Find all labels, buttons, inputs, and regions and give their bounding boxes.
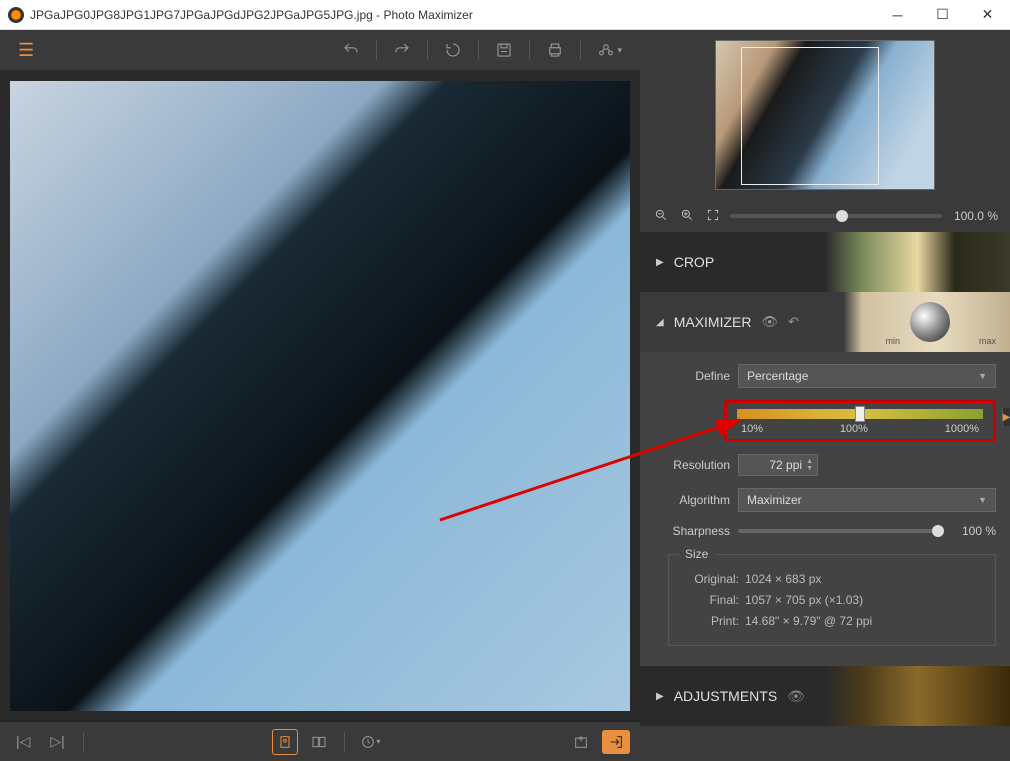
zoom-in-button[interactable] xyxy=(678,208,696,225)
sharpness-value: 100 % xyxy=(952,524,996,538)
zoom-slider[interactable] xyxy=(730,214,942,218)
crop-panel-header[interactable]: ▶ CROP xyxy=(640,232,1010,292)
resolution-value: 72 ppi xyxy=(769,458,802,472)
print-value: 14.68" × 9.79" @ 72 ppi xyxy=(745,614,872,628)
resolution-label: Resolution xyxy=(654,458,730,472)
maximizer-panel-body: Define Percentage ▼ 103.2 % 10% 100% 100… xyxy=(640,352,1010,666)
tick-1000: 1000% xyxy=(945,423,979,435)
apply-exit-button[interactable] xyxy=(602,730,630,754)
right-panel: 100.0 % ▶ CROP ◢ MAXIMIZER 👁 ↶ min max D… xyxy=(640,30,1010,761)
rotate-button[interactable] xyxy=(436,37,470,63)
dial-max-label: max xyxy=(979,336,996,346)
spinner-icon[interactable]: ▲▼ xyxy=(806,458,813,472)
zoom-percent-label: 100.0 % xyxy=(950,209,998,223)
maximizer-title: MAXIMIZER xyxy=(674,314,752,330)
app-body: ☰ ▾ ×1.03 |◁ ▷| ▾ xyxy=(0,30,1010,761)
left-pane: ☰ ▾ ×1.03 |◁ ▷| ▾ xyxy=(0,30,640,761)
reset-icon[interactable]: ↶ xyxy=(788,314,799,330)
dial-icon xyxy=(910,302,950,342)
share-button[interactable]: ▾ xyxy=(589,37,630,63)
fit-screen-button[interactable] xyxy=(704,208,722,225)
chevron-right-icon: ▶ xyxy=(656,257,664,268)
single-view-button[interactable] xyxy=(272,729,298,755)
eye-icon[interactable]: 👁 xyxy=(761,314,778,330)
close-button[interactable]: ✕ xyxy=(965,0,1010,30)
define-select[interactable]: Percentage ▼ xyxy=(738,364,996,388)
compare-view-button[interactable] xyxy=(306,729,332,755)
caret-down-icon: ▼ xyxy=(978,495,987,505)
final-value: 1057 × 705 px (×1.03) xyxy=(745,593,863,607)
print-label: Print: xyxy=(683,614,739,628)
preview-area xyxy=(640,30,1010,200)
algorithm-label: Algorithm xyxy=(654,493,730,507)
menu-icon[interactable]: ☰ xyxy=(10,36,42,65)
algorithm-select[interactable]: Maximizer ▼ xyxy=(738,488,996,512)
define-value: Percentage xyxy=(747,369,808,383)
chevron-right-icon: ▶ xyxy=(656,691,664,702)
zoom-bar: 100.0 % xyxy=(640,200,1010,232)
crop-title: CROP xyxy=(674,254,714,270)
viewport-rect[interactable] xyxy=(741,47,879,185)
sharpness-slider[interactable] xyxy=(738,529,944,533)
redo-button[interactable] xyxy=(385,37,419,63)
original-value: 1024 × 683 px xyxy=(745,572,821,586)
tick-100: 100% xyxy=(840,423,868,435)
next-image-button[interactable]: ▷| xyxy=(44,729,70,754)
tick-10: 10% xyxy=(741,423,763,435)
define-label: Define xyxy=(654,369,730,383)
print-button[interactable] xyxy=(538,37,572,63)
prev-image-button[interactable]: |◁ xyxy=(10,729,36,754)
caret-down-icon: ▼ xyxy=(978,371,987,381)
dial-min-label: min xyxy=(885,336,900,346)
preview-thumbnail[interactable] xyxy=(715,40,935,190)
history-button[interactable]: ▾ xyxy=(357,729,383,755)
size-legend: Size xyxy=(679,547,714,561)
app-logo-icon xyxy=(8,7,24,23)
size-info-box: Size Original:1024 × 683 px Final:1057 ×… xyxy=(668,554,996,646)
image-placeholder xyxy=(10,81,630,711)
minimize-button[interactable]: ─ xyxy=(875,0,920,30)
export-button[interactable] xyxy=(568,729,594,755)
percent-slider-box: 103.2 % 10% 100% 1000% xyxy=(724,400,996,442)
image-canvas[interactable]: ×1.03 xyxy=(0,70,640,721)
top-toolbar: ☰ ▾ xyxy=(0,30,640,70)
algorithm-value: Maximizer xyxy=(747,493,802,507)
maximizer-panel-header[interactable]: ◢ MAXIMIZER 👁 ↶ min max xyxy=(640,292,1010,352)
maximize-button[interactable]: ☐ xyxy=(920,0,965,30)
eye-icon[interactable]: 👁 xyxy=(787,688,805,705)
undo-button[interactable] xyxy=(334,37,368,63)
adjustments-title: ADJUSTMENTS xyxy=(674,688,777,704)
save-button[interactable] xyxy=(487,37,521,63)
adjustments-panel-header[interactable]: ▶ ADJUSTMENTS 👁 xyxy=(640,666,1010,726)
original-label: Original: xyxy=(683,572,739,586)
zoom-out-button[interactable] xyxy=(652,208,670,225)
window-title: JPGaJPG0JPG8JPG1JPG7JPGaJPGdJPG2JPGaJPG5… xyxy=(30,8,875,22)
titlebar: JPGaJPG0JPG8JPG1JPG7JPGaJPGdJPG2JPGaJPG5… xyxy=(0,0,1010,30)
final-label: Final: xyxy=(683,593,739,607)
bottom-toolbar: |◁ ▷| ▾ xyxy=(0,721,640,761)
percent-slider[interactable] xyxy=(737,409,983,419)
chevron-down-icon: ◢ xyxy=(656,317,664,328)
edge-expand-tab[interactable]: ▶ xyxy=(1002,408,1010,426)
sharpness-label: Sharpness xyxy=(654,524,730,538)
resolution-input[interactable]: 72 ppi ▲▼ xyxy=(738,454,818,476)
